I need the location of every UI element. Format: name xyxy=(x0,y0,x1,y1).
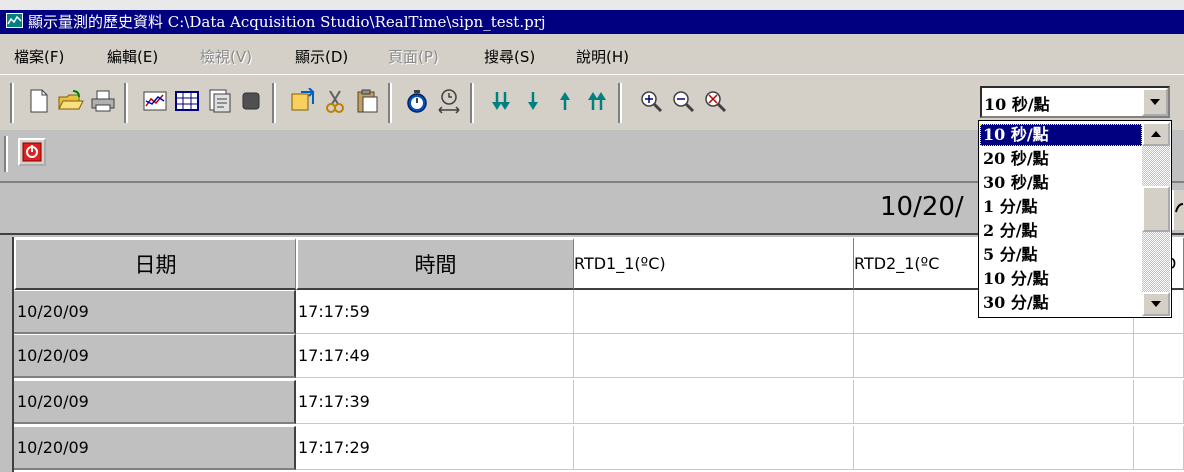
table-row-date[interactable]: 10/20/09 xyxy=(14,380,296,424)
menu-view[interactable]: 檢視(V) xyxy=(200,46,252,67)
interval-option[interactable]: 2 分/點 xyxy=(980,220,1142,242)
stop-record-icon[interactable] xyxy=(236,86,266,116)
toolbar-separator xyxy=(618,83,622,123)
interval-option[interactable]: 1 分/點 xyxy=(980,196,1142,218)
cut-icon[interactable] xyxy=(320,86,350,116)
timer-icon[interactable] xyxy=(402,86,432,116)
column-header-rtd1[interactable]: RTD1_1(ºC) xyxy=(574,238,854,290)
next-record-icon[interactable] xyxy=(518,86,548,116)
toolbar-separator xyxy=(470,83,474,123)
table-row-time[interactable]: 17:17:49 xyxy=(296,334,574,378)
table-row-date[interactable]: 10/20/09 xyxy=(14,426,296,470)
table-row-next[interactable] xyxy=(1134,426,1184,470)
header-scroll-button[interactable] xyxy=(1172,190,1184,230)
toolbar-grip xyxy=(10,83,14,123)
menu-file[interactable]: 檔案(F) xyxy=(14,46,64,67)
first-record-icon[interactable] xyxy=(486,86,516,116)
table-row-date[interactable]: 10/20/09 xyxy=(14,290,296,334)
scroll-up-icon[interactable] xyxy=(1142,122,1170,146)
table-row-rtd2[interactable] xyxy=(854,380,1134,424)
last-record-icon[interactable] xyxy=(582,86,612,116)
window-title: 顯示量測的歷史資料 C:\Data Acquisition Studio\Rea… xyxy=(28,13,546,31)
open-folder-icon[interactable] xyxy=(56,86,86,116)
title-bar-top-strip xyxy=(0,0,1184,10)
export-icon[interactable] xyxy=(288,86,318,116)
date-header-label: 10/20/ xyxy=(880,192,964,222)
app-icon xyxy=(6,13,23,28)
power-stop-icon[interactable] xyxy=(18,138,46,166)
report-icon[interactable] xyxy=(204,86,234,116)
table-row-rtd1[interactable] xyxy=(574,426,854,470)
table-view-icon[interactable] xyxy=(172,86,202,116)
new-file-icon[interactable] xyxy=(24,86,54,116)
toolbar-separator xyxy=(124,83,128,123)
scroll-down-icon[interactable] xyxy=(1142,292,1170,316)
interval-option[interactable]: 30 秒/點 xyxy=(980,172,1142,194)
interval-option[interactable]: 10 秒/點 xyxy=(980,124,1142,146)
table-row-next[interactable] xyxy=(1134,334,1184,378)
interval-option[interactable]: 20 秒/點 xyxy=(980,148,1142,170)
table-row-date[interactable]: 10/20/09 xyxy=(14,334,296,378)
column-header-date[interactable]: 日期 xyxy=(14,238,296,290)
zoom-out-icon[interactable] xyxy=(668,86,698,116)
toolbar-separator xyxy=(388,83,392,123)
time-range-icon[interactable] xyxy=(434,86,464,116)
table-row-next[interactable] xyxy=(1134,380,1184,424)
table-row-rtd1[interactable] xyxy=(574,380,854,424)
menu-page[interactable]: 頁面(P) xyxy=(388,46,439,67)
zoom-in-icon[interactable] xyxy=(636,86,666,116)
table-row-rtd1[interactable] xyxy=(574,334,854,378)
table-row-time[interactable]: 17:17:29 xyxy=(296,426,574,470)
table-row-time[interactable]: 17:17:39 xyxy=(296,380,574,424)
table-row-time[interactable]: 17:17:59 xyxy=(296,290,574,334)
print-icon[interactable] xyxy=(88,86,118,116)
menu-edit[interactable]: 編輯(E) xyxy=(107,46,158,67)
chevron-down-icon[interactable] xyxy=(1142,88,1168,116)
table-row-rtd2[interactable] xyxy=(854,334,1134,378)
column-header-time[interactable]: 時間 xyxy=(296,238,574,290)
chart-view-icon[interactable] xyxy=(140,86,170,116)
interval-option[interactable]: 5 分/點 xyxy=(980,244,1142,266)
toolbar-grip xyxy=(4,136,8,172)
menu-display[interactable]: 顯示(D) xyxy=(295,46,348,67)
interval-select-value: 10 秒/點 xyxy=(984,95,1050,114)
table-row-rtd1[interactable] xyxy=(574,290,854,334)
grid-left-border xyxy=(0,237,14,472)
table-row-rtd2[interactable] xyxy=(854,426,1134,470)
zoom-reset-icon[interactable] xyxy=(700,86,730,116)
menu-search[interactable]: 搜尋(S) xyxy=(484,46,535,67)
clipboard-icon[interactable] xyxy=(352,86,382,116)
interval-option[interactable]: 10 分/點 xyxy=(980,268,1142,290)
menu-help[interactable]: 說明(H) xyxy=(576,46,629,67)
previous-record-icon[interactable] xyxy=(550,86,580,116)
interval-option[interactable]: 30 分/點 xyxy=(980,292,1142,314)
scrollbar-thumb[interactable] xyxy=(1142,186,1170,232)
toolbar-separator xyxy=(272,83,276,123)
